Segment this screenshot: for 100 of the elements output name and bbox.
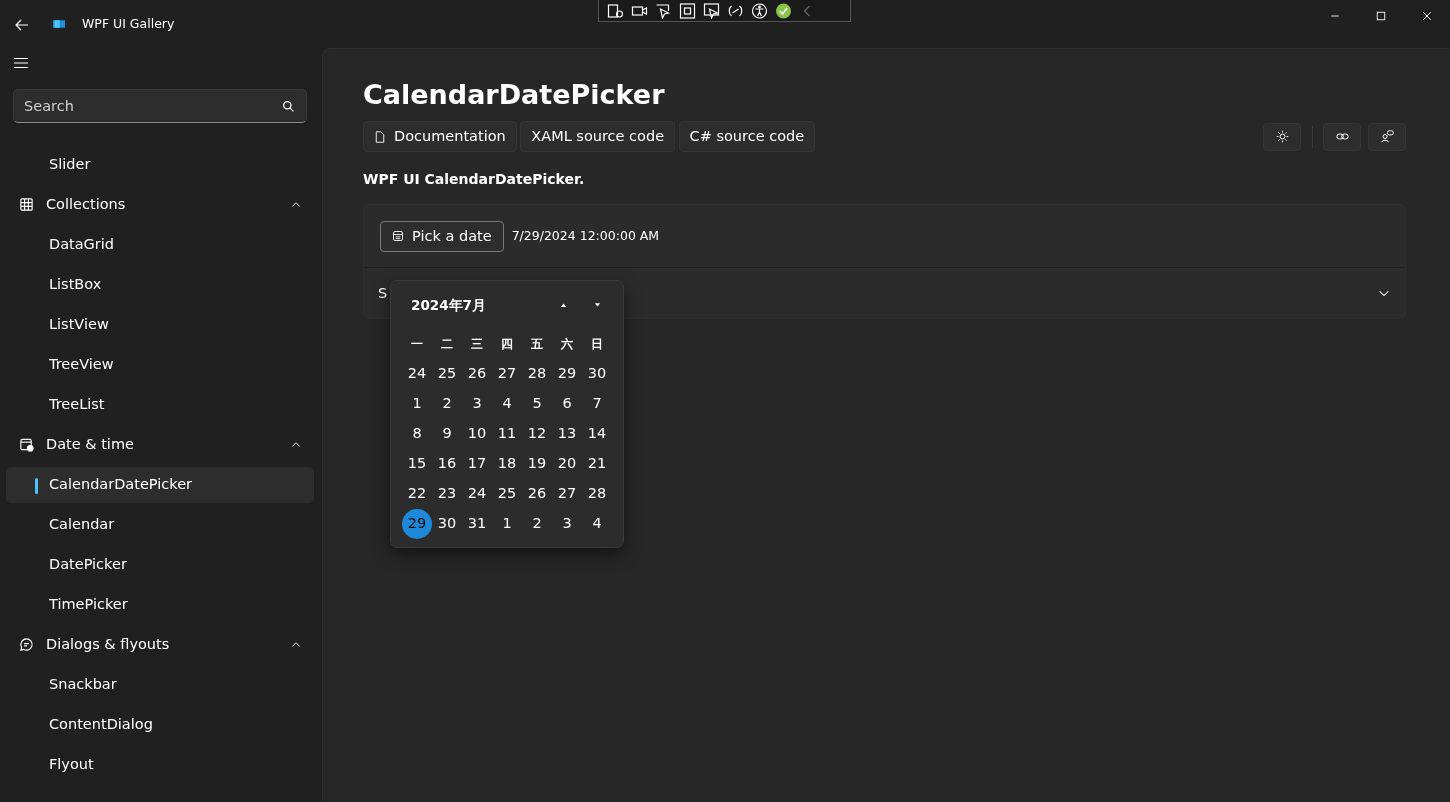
nav-item[interactable]: TreeView [6, 346, 314, 383]
day-cell[interactable]: 4 [582, 509, 612, 539]
weekday-label: 六 [560, 336, 574, 353]
day-cell[interactable]: 29 [402, 509, 432, 539]
nav-item[interactable]: Calendar [6, 506, 314, 543]
day-cell[interactable]: 8 [402, 419, 432, 449]
day-cell[interactable]: 17 [462, 449, 492, 479]
check-icon[interactable] [775, 2, 792, 19]
weekday-label: 日 [590, 336, 604, 353]
day-cell[interactable]: 30 [432, 509, 462, 539]
calendar-icon [19, 437, 34, 452]
day-cell[interactable]: 1 [492, 509, 522, 539]
weekday-label: 四 [500, 336, 514, 353]
nav-group-label: Collections [46, 194, 126, 214]
day-cell[interactable]: 27 [552, 479, 582, 509]
calendar-icon [392, 230, 404, 243]
nav-item[interactable]: Slider [6, 146, 314, 183]
document-icon [374, 130, 386, 143]
nav-item[interactable]: TreeList [6, 386, 314, 423]
pointer-icon[interactable] [655, 2, 672, 19]
day-cell[interactable]: 4 [492, 389, 522, 419]
weekday-label: 一 [410, 336, 424, 353]
month-header[interactable]: 2024年7月 [402, 294, 546, 316]
down-triangle-icon [592, 302, 602, 308]
nav-item[interactable]: CalendarDatePicker [6, 466, 314, 503]
window-title: WPF UI Gallery [82, 14, 175, 33]
day-cell[interactable]: 25 [432, 359, 462, 389]
app-logo-icon [50, 18, 68, 30]
day-cell[interactable]: 27 [492, 359, 522, 389]
page-title: CalendarDatePicker [363, 79, 666, 112]
feedback-button[interactable] [1368, 122, 1406, 151]
weekday-label: 二 [440, 336, 454, 353]
day-cell[interactable]: 25 [492, 479, 522, 509]
pointer-frame-icon[interactable] [703, 2, 720, 19]
pick-date-button[interactable]: Pick a date [380, 220, 504, 252]
nav-item[interactable]: ListView [6, 306, 314, 343]
day-cell[interactable]: 20 [552, 449, 582, 479]
day-cell[interactable]: 2 [432, 389, 462, 419]
day-cell[interactable]: 18 [492, 449, 522, 479]
nav-item[interactable]: DatePicker [6, 546, 314, 583]
nav-group-label: Dialogs & flyouts [46, 634, 170, 654]
day-cell[interactable]: 1 [402, 389, 432, 419]
day-cell[interactable]: 23 [432, 479, 462, 509]
date-value: 7/29/2024 12:00:00 AM [511, 227, 660, 245]
link-button[interactable]: Documentation [363, 121, 517, 153]
day-cell[interactable]: 24 [462, 479, 492, 509]
maximize-icon [1375, 10, 1387, 22]
day-cell[interactable]: 7 [582, 389, 612, 419]
day-cell[interactable]: 2 [522, 509, 552, 539]
nav-item[interactable]: DataGrid [6, 226, 314, 263]
search-icon [282, 99, 295, 113]
nav-group[interactable]: Dialogs & flyouts [6, 626, 314, 663]
day-cell[interactable]: 6 [552, 389, 582, 419]
day-cell[interactable]: 15 [402, 449, 432, 479]
frame-icon[interactable] [679, 2, 696, 19]
day-cell[interactable]: 24 [402, 359, 432, 389]
day-cell[interactable]: 3 [462, 389, 492, 419]
weekday-label: 三 [470, 336, 484, 353]
close-icon [1421, 10, 1433, 22]
day-cell[interactable]: 22 [402, 479, 432, 509]
nav-item[interactable]: Flyout [6, 746, 314, 783]
day-cell[interactable]: 13 [552, 419, 582, 449]
sun-icon [1275, 130, 1289, 144]
weekday-label: 五 [530, 336, 544, 353]
day-cell[interactable]: 30 [582, 359, 612, 389]
day-cell[interactable]: 11 [492, 419, 522, 449]
link-button[interactable]: XAML source code [520, 121, 676, 153]
day-cell[interactable]: 29 [552, 359, 582, 389]
day-cell[interactable]: 16 [432, 449, 462, 479]
day-cell[interactable]: 12 [522, 419, 552, 449]
day-cell[interactable]: 5 [522, 389, 552, 419]
day-cell[interactable]: 19 [522, 449, 552, 479]
accessibility-icon[interactable] [751, 2, 768, 19]
day-cell[interactable]: 28 [522, 359, 552, 389]
day-cell[interactable]: 9 [432, 419, 462, 449]
select-element-icon[interactable] [607, 2, 624, 19]
day-cell[interactable]: 21 [582, 449, 612, 479]
nav-group[interactable]: Date & time [6, 426, 314, 463]
day-cell[interactable]: 26 [462, 359, 492, 389]
day-cell[interactable]: 31 [462, 509, 492, 539]
link-button[interactable]: C# source code [678, 121, 816, 153]
page-description: WPF UI CalendarDatePicker. [363, 170, 586, 190]
nav-item[interactable]: TimePicker [6, 586, 314, 623]
day-cell[interactable]: 28 [582, 479, 612, 509]
theme-button[interactable] [1263, 122, 1301, 151]
people-icon [1380, 130, 1394, 144]
copy-link-button[interactable] [1323, 122, 1361, 151]
day-cell[interactable]: 26 [522, 479, 552, 509]
day-cell[interactable]: 10 [462, 419, 492, 449]
search-field[interactable]: Search [13, 88, 307, 123]
nav-group-label: Date & time [46, 434, 134, 454]
day-cell[interactable]: 14 [582, 419, 612, 449]
nav-item[interactable]: ListBox [6, 266, 314, 303]
up-triangle-icon [558, 302, 568, 308]
grid-icon [19, 197, 34, 212]
day-cell[interactable]: 3 [552, 509, 582, 539]
chat-bubble-icon [19, 637, 34, 652]
nav-group[interactable]: Collections [6, 186, 314, 223]
nav-item[interactable]: ContentDialog [6, 706, 314, 743]
nav-item[interactable]: Snackbar [6, 666, 314, 703]
